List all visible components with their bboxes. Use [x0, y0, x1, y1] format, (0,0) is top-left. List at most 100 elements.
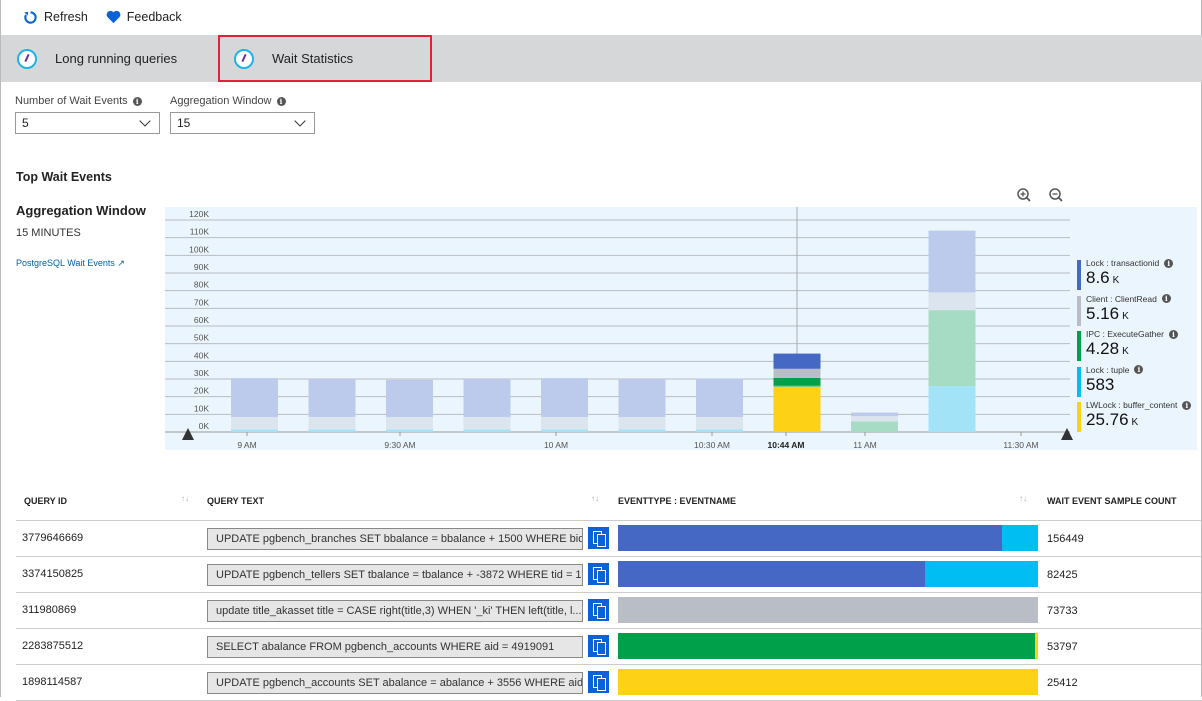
feedback-button[interactable]: Feedback — [106, 10, 182, 24]
sort-icon[interactable]: ↑↓ — [181, 494, 189, 503]
toolbar: Refresh Feedback — [1, 0, 1201, 34]
chevron-down-icon — [139, 115, 151, 127]
tab-wait-statistics[interactable]: Wait Statistics — [218, 35, 432, 82]
sample-count: 73733 — [1047, 605, 1078, 617]
zoom-out-icon[interactable] — [1048, 187, 1064, 203]
column-header-count[interactable]: WAIT EVENT SAMPLE COUNT — [1047, 496, 1177, 506]
y-tick-label: 50K — [194, 333, 209, 343]
info-icon[interactable]: i — [1168, 329, 1178, 339]
legend-name: LWLock : buffer_content — [1086, 400, 1178, 410]
bar-segment-transactionid — [696, 378, 743, 417]
column-header-query-text[interactable]: QUERY TEXT — [207, 496, 264, 506]
query-text-field[interactable]: UPDATE pgbench_accounts SET abalance = a… — [207, 672, 583, 694]
table-row[interactable]: 3779646669 UPDATE pgbench_branches SET bb… — [16, 521, 1202, 557]
sort-icon[interactable]: ↑↓ — [591, 494, 599, 503]
postgresql-wait-events-link[interactable]: PostgreSQL Wait Events ↗ — [16, 258, 125, 269]
legend-number: 5.16 — [1086, 303, 1120, 323]
chart-legend: Lock : transactionid i 8.6 K Client : Client… — [1077, 258, 1197, 436]
info-icon[interactable]: i — [1161, 294, 1171, 303]
y-tick-label: 90K — [194, 262, 209, 272]
y-tick-label: 40K — [194, 350, 209, 360]
bar-segment-buffer_content — [773, 386, 821, 432]
legend-unit: K — [1131, 417, 1139, 428]
refresh-icon — [24, 10, 37, 24]
section-title: Top Wait Events — [16, 170, 112, 184]
tab-long-running-queries[interactable]: Long running queries — [17, 35, 177, 82]
info-icon[interactable]: i — [132, 96, 142, 106]
bar-segment-clientread — [773, 368, 821, 378]
query-text-field[interactable]: update title_akasset title = CASE right(… — [207, 600, 583, 622]
legend-item[interactable]: IPC : ExecuteGather i 4.28 K — [1077, 329, 1197, 365]
bar-segment-executegather — [928, 310, 976, 387]
legend-label: Lock : tuple i — [1086, 365, 1197, 375]
info-icon[interactable]: i — [276, 96, 286, 106]
bar-segment-clientread — [851, 416, 898, 422]
legend-item[interactable]: Client : ClientRead i 5.16 K — [1077, 294, 1197, 330]
copy-icon[interactable] — [588, 563, 609, 585]
copy-icon[interactable] — [588, 527, 609, 549]
table-row[interactable]: 311980869 update title_akasset title = CA… — [16, 593, 1202, 629]
event-bar-segment-transactionid — [618, 525, 1003, 551]
bar-segment-executegather — [773, 377, 821, 386]
event-bar-segment-transactionid — [618, 561, 925, 587]
y-tick-label: 100K — [189, 244, 209, 254]
table-row[interactable]: 2283875512 SELECT abalance FROM pgbench_a… — [16, 629, 1202, 665]
bar-segment-tuple — [386, 429, 433, 432]
chart-canvas: 0K 10K 20K 30K 40K 50K 60K 70K 80K 90K 100K 110K 120… — [165, 207, 1073, 450]
info-icon[interactable]: i — [1164, 258, 1174, 268]
bar-segment-tuple — [618, 429, 666, 432]
column-header-event[interactable]: EVENTTYPE : EVENTNAME — [618, 496, 736, 506]
app-frame: Refresh Feedback Long running queries Wa… — [0, 0, 1202, 701]
aggregation-window-filter: Aggregation Window i 15 — [170, 95, 315, 134]
y-tick-label: 0K — [199, 421, 210, 431]
info-icon[interactable]: i — [1182, 400, 1192, 410]
query-text-field[interactable]: UPDATE pgbench_tellers SET tbalance = tb… — [207, 564, 583, 586]
query-id: 3374150825 — [22, 568, 84, 580]
copy-icon[interactable] — [588, 671, 609, 693]
legend-item[interactable]: Lock : tuple i 583 — [1077, 365, 1197, 401]
select-value: 15 — [177, 116, 191, 130]
info-icon[interactable]: i — [1134, 365, 1144, 374]
query-text-field[interactable]: SELECT abalance FROM pgbench_accounts WH… — [207, 636, 583, 658]
bar-segment-transactionid — [386, 379, 433, 417]
y-tick-label: 30K — [194, 368, 209, 378]
legend-color-bar — [1077, 402, 1081, 432]
copy-icon[interactable] — [588, 599, 609, 621]
bar-segment-transactionid — [851, 412, 898, 417]
bar-segment-tuple — [463, 429, 511, 432]
bar-segment-clientread — [618, 416, 666, 430]
column-header-query-id[interactable]: QUERY ID — [24, 496, 67, 506]
legend-number: 8.6 — [1086, 268, 1110, 287]
sample-count: 156449 — [1047, 533, 1084, 545]
y-tick-label: 70K — [194, 297, 209, 307]
sample-count: 82425 — [1047, 569, 1078, 581]
table-header: QUERY ID ↑↓ QUERY TEXT ↑↓ EVENTTYPE : EV… — [16, 484, 1202, 521]
heart-icon — [106, 10, 121, 24]
bar-segment-clientread — [308, 416, 356, 430]
legend-unit: K — [1122, 310, 1129, 322]
table-row[interactable]: 1898114587 UPDATE pgbench_accounts SET ab… — [16, 665, 1202, 701]
bar-segment-clientread — [463, 416, 511, 430]
legend-item[interactable]: LWLock : buffer_content i 25.76 K — [1077, 400, 1197, 436]
refresh-button[interactable]: Refresh — [23, 10, 88, 25]
range-handle-right[interactable] — [1061, 428, 1073, 440]
legend-name: Client : ClientRead — [1086, 293, 1157, 304]
legend-value: 583 — [1086, 375, 1197, 397]
legend-color-bar — [1077, 366, 1081, 397]
bar-segment-transactionid — [231, 378, 278, 417]
legend-color-bar — [1077, 260, 1081, 290]
x-tick-label: 9:30 AM — [384, 440, 415, 450]
table-row[interactable]: 3374150825 UPDATE pgbench_tellers SET tba… — [16, 557, 1202, 593]
label-text: Aggregation Window — [170, 95, 272, 107]
copy-icon[interactable] — [588, 635, 609, 657]
legend-item[interactable]: Lock : transactionid i 8.6 K — [1077, 258, 1197, 294]
aggregation-window-select[interactable]: 15 — [170, 112, 315, 134]
range-handle-left[interactable] — [182, 428, 194, 440]
bar-segment-tuple — [773, 385, 821, 387]
wait-events-select[interactable]: 5 — [15, 112, 160, 134]
zoom-in-icon[interactable] — [1016, 187, 1032, 203]
legend-color-bar — [1077, 331, 1081, 361]
query-text-field[interactable]: UPDATE pgbench_branches SET bbalance = b… — [207, 528, 583, 550]
sort-icon[interactable]: ↑↓ — [1019, 494, 1027, 503]
legend-unit: K — [1122, 346, 1129, 357]
